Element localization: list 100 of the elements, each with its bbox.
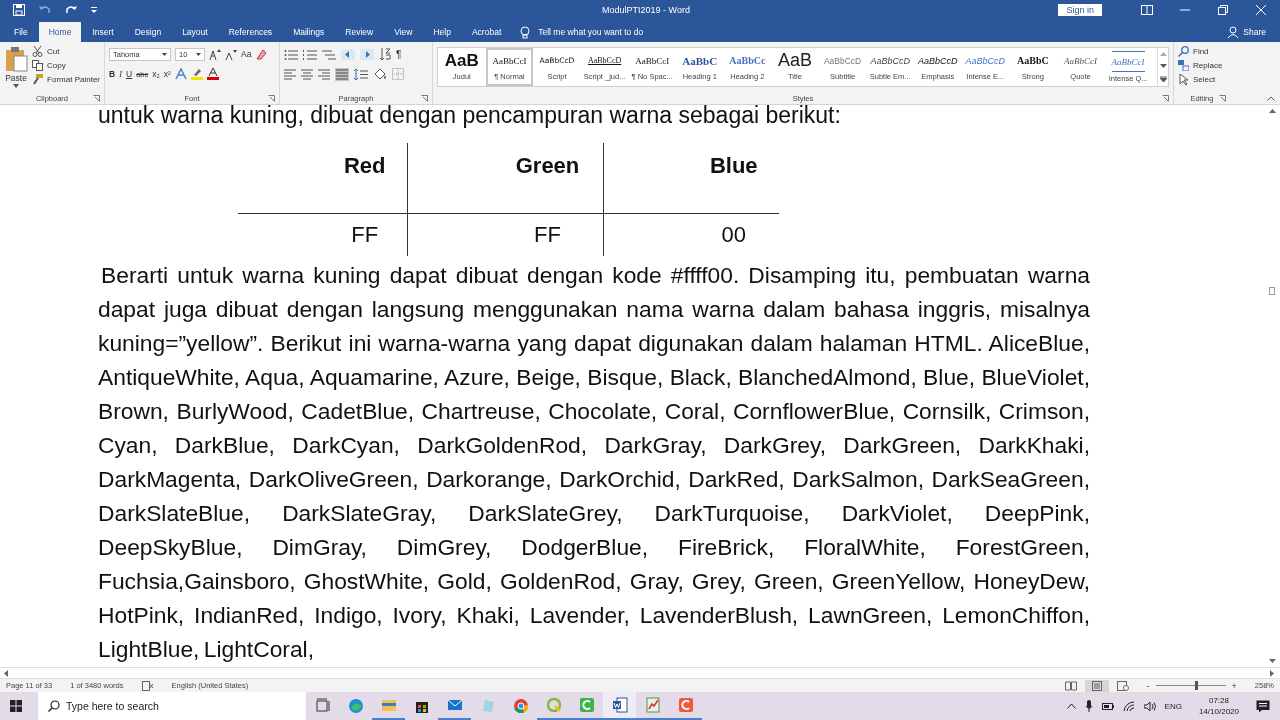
horizontal-scrollbar[interactable] xyxy=(0,667,1280,679)
windows-start-icon[interactable] xyxy=(10,700,22,712)
tell-me-field[interactable]: Tell me what you want to do xyxy=(536,26,681,38)
bullets-icon[interactable] xyxy=(284,48,298,60)
dialog-launcher-icon[interactable] xyxy=(421,95,428,102)
format-button[interactable]: B xyxy=(109,69,116,79)
dialog-launcher-icon[interactable] xyxy=(268,95,275,102)
change-case-button[interactable]: Aa xyxy=(241,49,252,59)
justify-icon[interactable] xyxy=(335,67,349,81)
ribbon-display-icon[interactable] xyxy=(1141,5,1153,15)
proofing-icon[interactable] xyxy=(141,680,154,691)
read-mode-icon[interactable] xyxy=(1064,680,1077,691)
grow-font-icon[interactable] xyxy=(209,48,221,60)
shrink-font-icon[interactable] xyxy=(225,48,237,60)
scroll-right-icon xyxy=(1270,669,1274,677)
format-button[interactable]: x₂ xyxy=(152,69,160,79)
sign-in-button[interactable]: Sign in xyxy=(1058,4,1102,16)
line-spacing-icon[interactable] xyxy=(354,68,368,80)
close-icon[interactable] xyxy=(1255,5,1267,15)
ribbon-tab[interactable]: File xyxy=(4,22,38,42)
gallery-scrollbar[interactable] xyxy=(1157,48,1168,86)
table-cell: 00 xyxy=(721,221,746,247)
qgis-icon xyxy=(545,697,562,713)
column-header: Green xyxy=(515,153,580,178)
chart-document-icon xyxy=(644,697,661,713)
share-button[interactable]: Share xyxy=(1227,22,1280,42)
ribbon-tab[interactable]: Layout xyxy=(172,22,218,42)
ribbon-tab[interactable]: Insert xyxy=(82,22,124,42)
scroll-up-icon xyxy=(1268,109,1276,113)
show-formatting-button[interactable]: ¶ xyxy=(396,48,402,60)
format-button[interactable]: x² xyxy=(163,69,171,79)
body-paragraph: Berarti untuk warna kuning dapat dibuat dengan kode #ffff00. Disamping itu, pembuatan warna dapat juga dibuat dengan langsung menggunakan nama warna dalam bahasa inggris, misalnya kuning=”yellow”. Berikut ini warna-warna yang dapat digunakan dalam halaman HTML. AliceBlue, AntiqueWhite, Aqua, Aquamarine, Azure, Beige, Bisque, Black, BlanchedAlmond, Blue, BlueViolet, Brown, BurlyWood, CadetBlue, Chartreuse, Chocolate, Coral, CornflowerBlue, Cornsilk, Crimson, Cyan, DarkBlue, DarkCyan, DarkGoldenRod, DarkGray, DarkGrey, DarkGreen, DarkKhaki, DarkMagenta, DarkOliveGreen, Darkorange, DarkOrchid, DarkRed, DarkSalmon, DarkSeaGreen, DarkSlateBlue, DarkSlateGray, DarkSlateGrey, DarkTurquoise, DarkViolet, DeepPink, DeepSkyBlue, DimGray, DimGrey, DodgerBlue, FireBrick, FloralWhite, ForestGreen, Fuchsia,Gainsboro, GhostWhite, Gold, GoldenRod, Gray, Grey, Green, GreenYellow, HoneyDew, HotPink, IndianRed, Indigo, Ivory, Khaki, Lavender, LavenderBlush, LawnGreen, LemonChiffon, LightBlue, LightCoral, xyxy=(98,261,1090,664)
zoom-out-button[interactable]: - xyxy=(1146,680,1150,691)
font-color-icon[interactable] xyxy=(206,68,219,80)
battery-icon[interactable] xyxy=(1101,702,1114,710)
input-language[interactable]: ENG xyxy=(1164,701,1182,711)
taskbar-search-field[interactable]: Type here to search xyxy=(38,692,306,720)
chrome-icon xyxy=(512,698,529,714)
ribbon-tab[interactable]: References xyxy=(218,22,283,42)
web-layout-icon[interactable] xyxy=(1116,680,1129,691)
ribbon-tab[interactable]: View xyxy=(384,22,423,42)
microphone-icon[interactable] xyxy=(1084,700,1093,712)
customize-icon[interactable] xyxy=(90,5,98,15)
scroll-up-icon xyxy=(1159,52,1167,56)
person-add-icon xyxy=(1227,26,1240,38)
column-header: Red xyxy=(343,153,386,178)
text-effects-icon[interactable] xyxy=(174,68,187,80)
caret-icon xyxy=(162,52,167,56)
clear-formatting-icon[interactable] xyxy=(255,48,268,60)
camtasia-icon xyxy=(578,697,595,713)
wifi-icon[interactable] xyxy=(1122,700,1135,712)
increase-indent-icon[interactable] xyxy=(360,48,374,60)
shading-icon[interactable] xyxy=(373,68,387,80)
replace-icon xyxy=(1178,60,1189,71)
clock-date[interactable]: 14/10/2020 xyxy=(1198,706,1239,717)
select-button[interactable]: Select xyxy=(1178,74,1223,85)
numbering-icon[interactable] xyxy=(303,48,317,60)
scissors-icon xyxy=(32,46,44,57)
format-button[interactable]: I xyxy=(119,69,122,79)
slider-thumb[interactable] xyxy=(1195,681,1199,690)
collapse-ribbon-icon[interactable] xyxy=(1267,96,1275,101)
speaker-icon[interactable] xyxy=(1143,700,1156,712)
scroll-down-icon xyxy=(1159,64,1167,68)
scroll-thumb[interactable] xyxy=(1269,287,1275,295)
scroll-down-icon xyxy=(1268,659,1276,663)
ribbon-tab[interactable]: Mailings xyxy=(283,22,335,42)
chevron-up-icon[interactable] xyxy=(1066,703,1076,709)
ribbon-tab[interactable]: Home xyxy=(38,22,82,42)
restore-icon[interactable] xyxy=(1217,5,1229,15)
paste-button[interactable]: Paste xyxy=(4,44,29,93)
cut-button[interactable]: Cut xyxy=(32,46,100,57)
multilevel-list-icon[interactable] xyxy=(322,48,336,60)
replace-button[interactable]: Replace xyxy=(1178,60,1223,71)
copy-button[interactable]: Copy xyxy=(32,60,100,71)
camtasia-recorder-icon xyxy=(677,697,694,713)
ribbon-tab[interactable]: Design xyxy=(124,22,172,42)
print-layout-button[interactable] xyxy=(1084,679,1109,692)
search-icon xyxy=(1178,46,1189,57)
dialog-launcher-icon[interactable] xyxy=(93,95,100,102)
notifications-icon[interactable] xyxy=(1256,699,1270,713)
ribbon-tab[interactable]: Review xyxy=(335,22,384,42)
sort-icon[interactable] xyxy=(379,48,391,60)
taskbar-app-button[interactable] xyxy=(603,692,636,720)
save-icon[interactable] xyxy=(12,3,26,17)
ribbon-tab[interactable]: Help xyxy=(423,22,461,42)
format-painter-button[interactable]: Format Painter xyxy=(32,74,100,85)
dialog-launcher-icon[interactable] xyxy=(1219,95,1226,102)
clock-time[interactable]: 07:28 xyxy=(1208,695,1229,706)
zoom-in-button[interactable]: + xyxy=(1231,680,1237,691)
copy-icon xyxy=(32,60,44,71)
format-button[interactable]: U xyxy=(126,69,133,79)
cursor-icon xyxy=(1178,74,1189,85)
ribbon-tab[interactable]: Acrobat xyxy=(461,22,512,42)
dialog-launcher-icon[interactable] xyxy=(1162,95,1169,102)
paintbrush-icon xyxy=(32,74,44,85)
highlight-icon[interactable] xyxy=(190,68,203,80)
mail-icon xyxy=(446,697,463,713)
find-button[interactable]: Find xyxy=(1178,46,1223,57)
decrease-indent-icon[interactable] xyxy=(341,48,355,60)
folder-icon xyxy=(380,697,397,713)
